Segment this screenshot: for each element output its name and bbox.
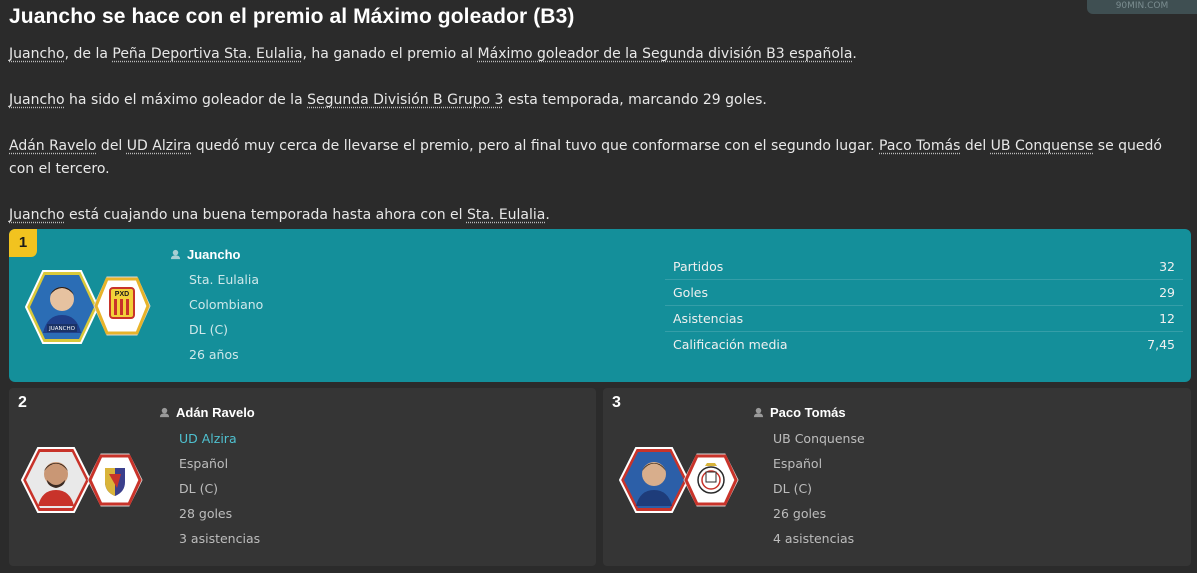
- stat-label: Goles: [673, 285, 709, 300]
- league-link[interactable]: Segunda División B Grupo 3: [307, 92, 503, 108]
- page-title: Juancho se hace con el premio al Máximo …: [9, 5, 575, 28]
- club-link[interactable]: UB Conquense: [991, 138, 1094, 154]
- text: .: [852, 46, 857, 62]
- player-link[interactable]: Juancho: [9, 46, 65, 62]
- text: quedó muy cerca de llevarse el premio, p…: [191, 138, 880, 154]
- player-photo[interactable]: JUANCHO: [25, 269, 99, 345]
- text: .: [545, 207, 550, 223]
- player-name[interactable]: Paco Tomás: [753, 405, 846, 420]
- rank-number: 3: [612, 394, 621, 411]
- player-photo[interactable]: [619, 446, 689, 514]
- article-paragraph-1: Juancho, de la Peña Deportiva Sta. Eulal…: [9, 43, 1189, 66]
- stat-row: Asistencias 12: [665, 306, 1183, 332]
- person-icon: [753, 407, 764, 418]
- player-name-text: Adán Ravelo: [176, 405, 255, 420]
- rank-number: 2: [18, 394, 27, 411]
- player-info: UB Conquense Español DL (C) 26 goles 4 a…: [773, 426, 865, 551]
- rank-badge: 1: [9, 229, 37, 257]
- goals: 26 goles: [773, 506, 827, 521]
- photo-caption: JUANCHO: [48, 326, 76, 332]
- text: ha sido el máximo goleador de la: [64, 92, 308, 108]
- stat-value: 12: [1159, 311, 1175, 326]
- stat-row: Partidos 32: [665, 254, 1183, 280]
- player-name[interactable]: Adán Ravelo: [159, 405, 255, 420]
- club-badge[interactable]: [87, 452, 143, 508]
- stat-value: 7,45: [1147, 337, 1175, 352]
- article-paragraph-2: Juancho ha sido el máximo goleador de la…: [9, 89, 1189, 112]
- stats-table: Partidos 32 Goles 29 Asistencias 12 Cali…: [665, 254, 1183, 358]
- assists: 3 asistencias: [179, 531, 261, 546]
- club-name[interactable]: UB Conquense: [773, 426, 865, 451]
- age: 26 años: [189, 347, 239, 362]
- goals: 28 goles: [179, 506, 233, 521]
- player-photo[interactable]: [21, 446, 91, 514]
- nationality: Colombiano: [189, 297, 264, 312]
- player-link[interactable]: Juancho: [9, 92, 65, 108]
- club-name[interactable]: Sta. Eulalia: [189, 267, 263, 292]
- player-link[interactable]: Adán Ravelo: [9, 138, 96, 154]
- stat-value: 29: [1159, 285, 1175, 300]
- position: DL (C): [189, 322, 229, 337]
- position: DL (C): [179, 481, 219, 496]
- watermark: 90MIN.COM: [1087, 0, 1197, 14]
- text: del: [960, 138, 991, 154]
- article-paragraph-3: Adán Ravelo del UD Alzira quedó muy cerc…: [9, 135, 1189, 181]
- text: esta temporada, marcando 29 goles.: [503, 92, 767, 108]
- club-badge[interactable]: [683, 452, 739, 508]
- club-link[interactable]: Sta. Eulalia: [467, 207, 545, 223]
- player-info: UD Alzira Español DL (C) 28 goles 3 asis…: [179, 426, 260, 551]
- club-badge-text: PXD: [115, 291, 129, 298]
- stat-label: Partidos: [673, 259, 724, 274]
- player-name-text: Juancho: [187, 247, 241, 262]
- club-link[interactable]: Peña Deportiva Sta. Eulalia: [112, 46, 302, 62]
- text: , de la: [64, 46, 113, 62]
- runner-up-card[interactable]: 2 Adán Ravelo UD Alzira Español DL (C) 2…: [9, 388, 596, 566]
- winner-card[interactable]: 1 JUANCHO PXD Juancho Sta. Eulalia Colom…: [9, 229, 1191, 382]
- club-link[interactable]: UD Alzira: [127, 138, 192, 154]
- text: , ha ganado el premio al: [302, 46, 478, 62]
- nationality: Español: [773, 456, 823, 471]
- player-link[interactable]: Juancho: [9, 207, 65, 223]
- stat-label: Asistencias: [673, 311, 744, 326]
- player-link[interactable]: Paco Tomás: [879, 138, 960, 154]
- club-badge[interactable]: PXD: [93, 275, 151, 337]
- player-name[interactable]: Juancho: [170, 247, 240, 262]
- stat-row: Calificación media 7,45: [665, 332, 1183, 358]
- text: está cuajando una buena temporada hasta …: [64, 207, 467, 223]
- stat-value: 32: [1159, 259, 1175, 274]
- assists: 4 asistencias: [773, 531, 855, 546]
- runner-up-card[interactable]: 3 Paco Tomás UB Conquense Español DL (C)…: [603, 388, 1191, 566]
- club-name[interactable]: UD Alzira: [179, 426, 260, 451]
- person-icon: [159, 407, 170, 418]
- stat-label: Calificación media: [673, 337, 788, 352]
- player-info: Sta. Eulalia Colombiano DL (C) 26 años: [189, 267, 263, 367]
- award-link[interactable]: Máximo goleador de la Segunda división B…: [478, 46, 853, 62]
- person-icon: [170, 249, 181, 260]
- article-paragraph-4: Juancho está cuajando una buena temporad…: [9, 204, 1189, 227]
- nationality: Español: [179, 456, 229, 471]
- position: DL (C): [773, 481, 813, 496]
- player-name-text: Paco Tomás: [770, 405, 846, 420]
- stat-row: Goles 29: [665, 280, 1183, 306]
- text: del: [96, 138, 127, 154]
